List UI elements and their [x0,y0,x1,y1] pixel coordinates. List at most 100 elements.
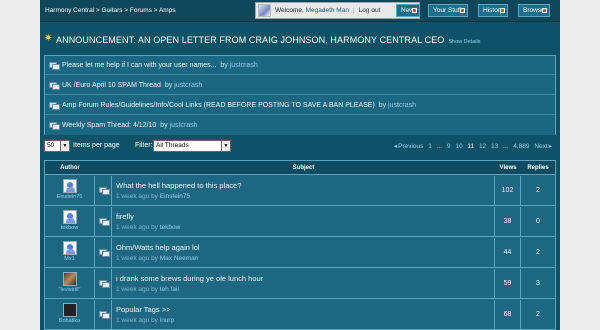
replies-count: 3 [536,280,540,287]
last-poster[interactable]: teh fail [160,286,179,293]
divider: | [352,7,355,14]
last-poster[interactable]: tekbow [160,224,181,231]
sticky-thread-title[interactable]: Weekly Spam Thread: 4/12/10 [62,122,156,129]
author-name[interactable]: "levistrill" [45,287,94,293]
author-name[interactable]: Bobatika [45,318,94,324]
items-per-page-select[interactable]: 50 ▼ [44,140,70,152]
thread-bubble-icon [49,62,60,70]
table-row[interactable]: tekbow firefly 1 week ago by tekbow 38 0 [45,207,555,237]
nav-new-button[interactable]: New [396,4,420,17]
last-poster[interactable]: Einstein75 [160,193,190,200]
logout-link[interactable]: Log out [359,7,381,14]
table-row[interactable]: "levistrill" i drank some brews during y… [45,269,555,299]
chevron-right-icon: ▸ [548,143,552,150]
thread-bubble-icon [99,249,110,257]
column-author: Author [60,165,80,171]
replies-count: 2 [536,311,540,318]
dropdown-icon [460,8,465,13]
author-name[interactable]: Einstein75 [45,194,94,200]
pager-ellipsis: ... [436,143,443,150]
sticky-thread-author[interactable]: justcrash [388,102,416,109]
dropdown-icon [542,8,547,13]
thread-bubble-icon [99,280,110,288]
sticky-thread-row[interactable]: Please let me help if I can with your us… [45,56,555,75]
top-bar: Harmony Central > Guitars > Forums > Amp… [40,0,560,22]
pager-current-page: 11 [467,143,475,150]
sticky-thread-row[interactable]: Weekly Spam Thread: 4/12/10 by justcrash [45,116,555,135]
announcement-bar: ✷ ANNOUNCEMENT: AN OPEN LETTER FROM CRAI… [44,32,556,50]
table-row[interactable]: Einstein75 What the hell happened to thi… [45,176,555,206]
nav-browse-button[interactable]: Browse [518,4,550,17]
username-link[interactable]: Megadeth Man [306,7,349,14]
avatar[interactable] [62,272,77,286]
avatar[interactable] [62,210,77,224]
pager-page[interactable]: 13 [491,143,498,150]
table-row[interactable]: Mx1 Ohm/Watts help again lol 1 week ago … [45,238,555,268]
sticky-thread-title[interactable]: Amp Forum Rules/Guidelines/Info/Cool Lin… [62,102,375,109]
filter-label: Filter: [135,142,153,149]
dropdown-icon [412,8,417,13]
replies-count: 0 [536,218,540,225]
breadcrumb[interactable]: Harmony Central > Guitars > Forums > Amp… [45,7,176,14]
thread-subject[interactable]: What the hell happened to this place? [116,181,242,190]
thread-meta: 1 week ago by tekbow [116,224,181,231]
pager-page[interactable]: 10 [455,143,462,150]
avatar[interactable] [62,241,77,255]
replies-count: 2 [536,249,540,256]
avatar[interactable] [62,303,77,317]
pager-ellipsis: ... [503,143,509,150]
thread-meta: 1 week ago by Max Neeman [116,255,199,262]
thread-bubble-icon [99,311,110,319]
forum-page: Harmony Central > Guitars > Forums > Amp… [40,0,560,330]
table-row[interactable]: Bobatika Popular Tags >> 1 week ago by i… [45,300,555,330]
last-poster[interactable]: Max Neeman [160,255,199,262]
column-replies: Replies [527,165,549,171]
thread-bubble-icon [99,187,110,195]
column-subject: Subject [292,165,315,171]
sticky-thread-row[interactable]: UK /Euro April 10 SPAM Thread by justcra… [45,76,555,95]
thread-subject[interactable]: Ohm/Watts help again lol [116,243,200,252]
pager-page[interactable]: 1 [428,143,432,150]
thread-subject[interactable]: firefly [116,212,134,221]
views-count: 102 [495,176,521,206]
nav-history-button[interactable]: History [478,4,508,17]
views-count: 38 [495,207,521,237]
thread-bubble-icon [99,218,110,226]
author-cell: Mx1 [45,238,95,268]
views-count: 59 [495,269,521,299]
thread-bubble-icon [49,82,60,90]
chevron-left-icon: ◂ [393,143,398,150]
thread-subject[interactable]: i drank some brews during ye ole lunch h… [116,274,263,283]
column-views: Views [499,165,517,171]
show-details-link[interactable]: Show Details [448,39,480,45]
author-name[interactable]: tekbow [45,225,94,231]
thread-meta: 1 week ago by teh fail [116,286,179,293]
pager-page[interactable]: 12 [479,143,486,150]
user-avatar[interactable] [258,4,271,17]
sticky-threads: Please let me help if I can with your us… [44,55,556,135]
pager-next[interactable]: Next [534,143,547,150]
nav-your-stuff-button[interactable]: Your Stuff [428,4,468,17]
pager-page[interactable]: 9 [447,143,451,150]
thread-meta: 1 week ago by Einstein75 [116,193,191,200]
sticky-thread-title[interactable]: UK /Euro April 10 SPAM Thread [62,82,161,89]
author-name[interactable]: Mx1 [45,256,94,262]
sticky-thread-title[interactable]: Please let me help if I can with your us… [62,62,216,69]
pager-page[interactable]: 4,889 [513,143,529,150]
thread-subject[interactable]: Popular Tags >> [116,305,171,314]
announcement-title[interactable]: ANNOUNCEMENT: AN OPEN LETTER FROM CRAIG … [56,35,480,45]
thread-table: Author Subject Views Replies Einstein75 … [44,160,556,330]
sticky-thread-author[interactable]: justcrash [230,62,258,69]
thread-meta: 1 week ago by inurp [116,317,175,324]
last-poster[interactable]: inurp [160,317,174,324]
thread-bubble-icon [49,122,60,130]
avatar[interactable] [62,179,77,193]
dropdown-icon [500,8,505,13]
author-cell: Bobatika [45,300,95,330]
chevron-down-icon: ▼ [221,141,230,151]
sticky-thread-row[interactable]: Amp Forum Rules/Guidelines/Info/Cool Lin… [45,96,555,115]
sticky-thread-author[interactable]: justcrash [174,82,202,89]
filter-select[interactable]: All Threads ▼ [153,140,231,152]
pager-previous[interactable]: Previous [398,143,423,150]
sticky-thread-author[interactable]: justcrash [170,122,198,129]
